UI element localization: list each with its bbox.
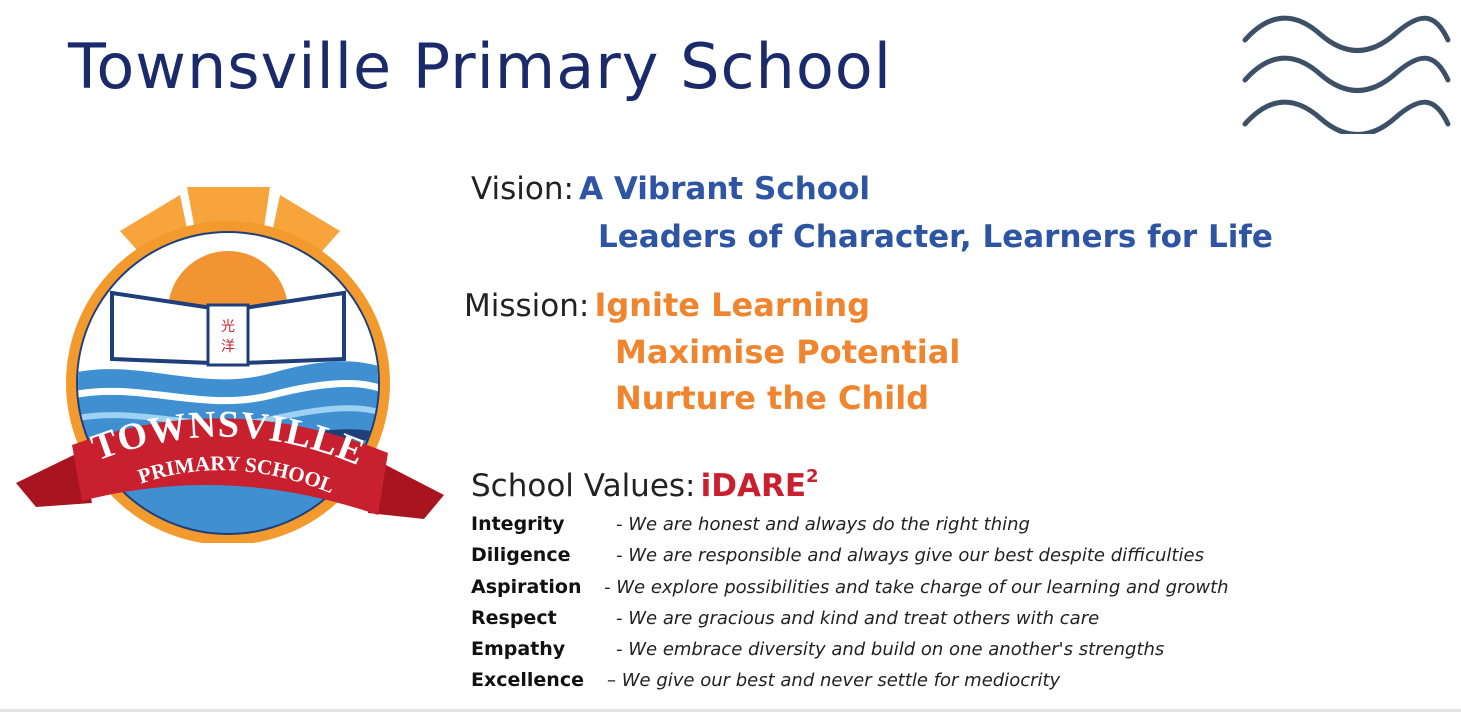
value-sep: - — [616, 608, 623, 629]
vision-line-1: A Vibrant School — [579, 171, 870, 207]
value-desc-text: We embrace diversity and build on one an… — [628, 639, 1165, 660]
value-name: Diligence — [471, 544, 571, 566]
value-sep: - — [616, 545, 623, 566]
value-desc-text: We are honest and always do the right th… — [628, 514, 1030, 535]
value-desc: - We are responsible and always give our… — [616, 545, 1204, 566]
value-name: Integrity — [471, 513, 565, 535]
value-desc: - We are gracious and kind and treat oth… — [616, 608, 1099, 629]
values-heading: School Values: iDARE2 — [471, 466, 819, 504]
value-desc: - We embrace diversity and build on one … — [616, 639, 1164, 660]
value-name: Aspiration — [471, 576, 582, 598]
waves-icon — [1242, 15, 1451, 134]
idare-brand: iDARE2 — [700, 466, 819, 504]
mission-item-3: Nurture the Child — [615, 379, 930, 417]
vision-label: Vision: — [471, 171, 574, 207]
school-logo: 光 洋 TOWNSVILLE PRIMARY SCHOOL — [16, 187, 444, 543]
vision-line-2: Leaders of Character, Learners for Life — [598, 219, 1273, 255]
idare-text: iDARE — [700, 468, 806, 504]
value-desc-text: We give our best and never settle for me… — [621, 670, 1061, 691]
value-sep: – — [607, 670, 616, 691]
vision-section: Vision: A Vibrant School — [471, 171, 870, 207]
book-char-1: 光 — [221, 319, 235, 335]
mission-label: Mission: — [464, 288, 590, 324]
values-label: School Values: — [471, 468, 696, 504]
value-name: Empathy — [471, 638, 566, 660]
value-desc: - We are honest and always do the right … — [616, 514, 1030, 535]
value-desc: – We give our best and never settle for … — [607, 670, 1060, 691]
page-title: Townsville Primary School — [68, 30, 892, 103]
value-name: Excellence — [471, 669, 584, 691]
value-desc-text: We are gracious and kind and treat other… — [628, 608, 1100, 629]
value-desc-text: We explore possibilities and take charge… — [616, 577, 1229, 598]
value-sep: - — [616, 639, 623, 660]
value-sep: - — [616, 514, 623, 535]
value-desc-text: We are responsible and always give our b… — [628, 545, 1204, 566]
mission-item-2: Maximise Potential — [615, 333, 961, 371]
book-icon: 光 洋 — [110, 290, 346, 367]
value-desc: - We explore possibilities and take char… — [604, 577, 1229, 598]
idare-superscript: 2 — [806, 466, 819, 487]
value-name: Respect — [471, 607, 557, 629]
value-sep: - — [604, 577, 611, 598]
book-char-2: 洋 — [221, 339, 235, 355]
page-frame: Townsville Primary School 光 洋 TOWNSVILLE… — [0, 0, 1461, 712]
mission-item-1: Ignite Learning — [594, 286, 871, 324]
mission-section: Mission: Ignite Learning — [464, 286, 870, 324]
